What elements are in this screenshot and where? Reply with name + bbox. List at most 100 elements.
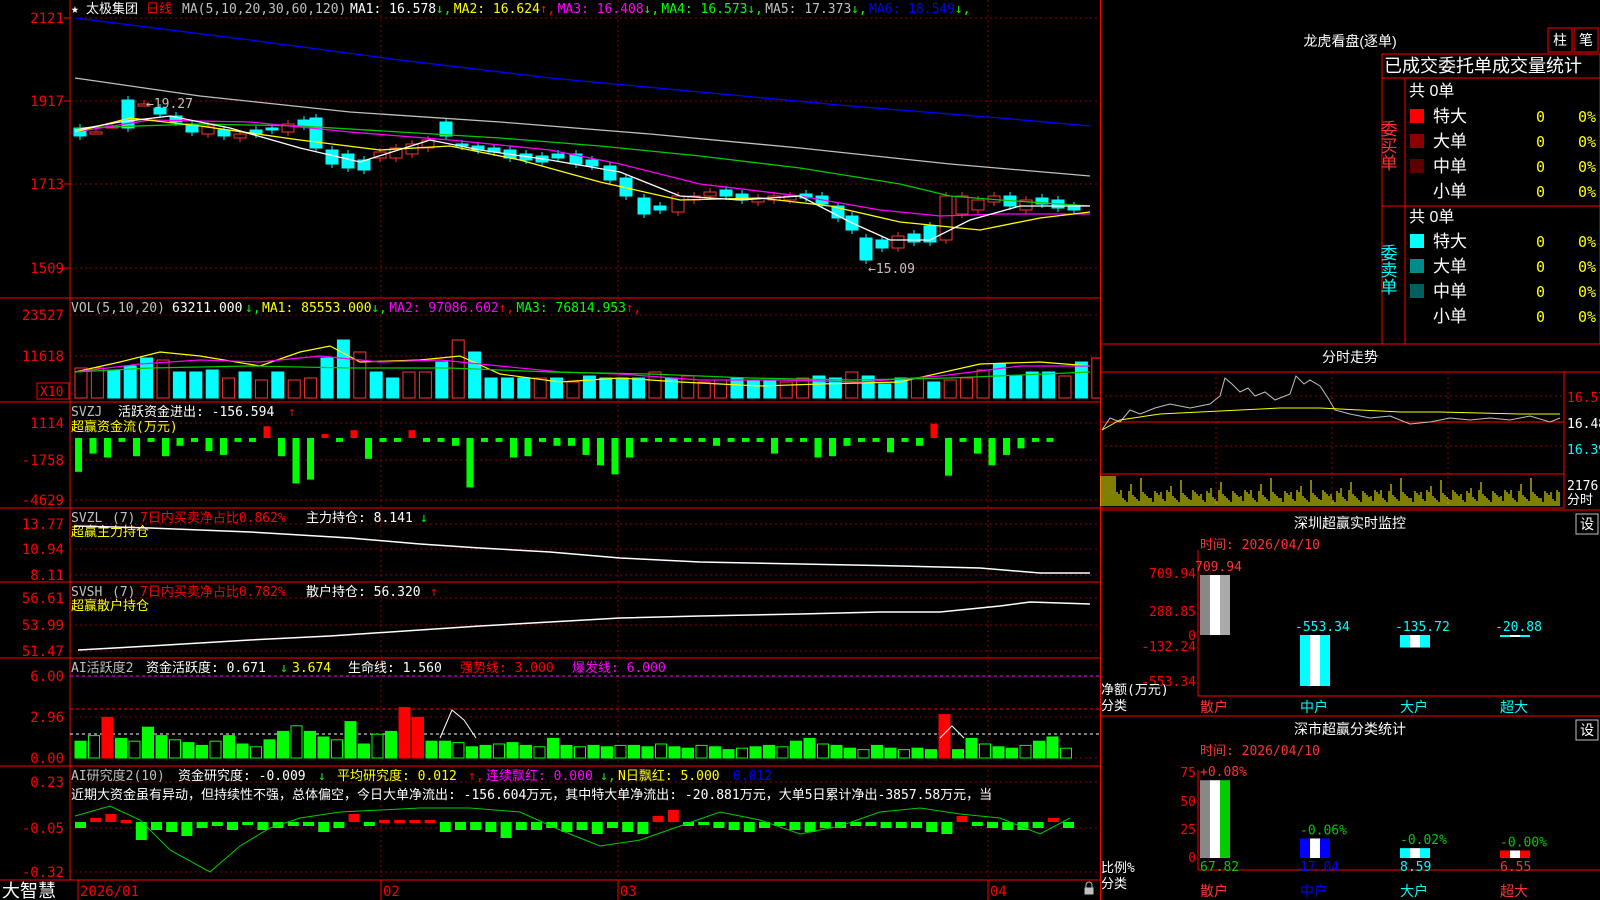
classify-value-label: 6.55 bbox=[1500, 860, 1531, 875]
svzj-bar bbox=[75, 438, 82, 472]
svzj-bar bbox=[916, 438, 923, 446]
stock-name[interactable]: 太极集团 bbox=[86, 1, 138, 17]
vol-unit: X10 bbox=[40, 385, 63, 400]
ai-active-bar bbox=[74, 740, 87, 759]
candle-body bbox=[891, 235, 905, 249]
ai-research-bar bbox=[941, 822, 953, 834]
ai-active-bar bbox=[196, 744, 208, 759]
classify-bars[interactable]: +0.08% 67.82 散户 -0.06% 17.04 中户 -0.02% 8.59 大户 -0… bbox=[1200, 765, 1547, 899]
classify-bar-shade bbox=[1510, 850, 1520, 858]
classify-bar-shade bbox=[1310, 838, 1320, 858]
volume-bar bbox=[960, 377, 974, 399]
ai-research-bar bbox=[242, 822, 254, 825]
svzj-bar bbox=[539, 438, 546, 442]
monitor-settings-button[interactable]: 设 bbox=[1575, 513, 1599, 535]
volume-bars[interactable] bbox=[74, 339, 1100, 399]
ai-active-bar bbox=[655, 743, 667, 759]
dragon-color-swatch bbox=[1410, 309, 1424, 323]
side-panels[interactable]: 龙虎看盘(逐单) 柱 笔 已成交委托单成交量统计 委买单 共 0单 特大 0 0% 大… bbox=[1100, 0, 1600, 900]
ai-research-bar bbox=[151, 822, 162, 830]
monitor-bars[interactable]: 709.94 散户 -553.34 中户 -135.72 大户 -20.88 超大 bbox=[1195, 560, 1542, 715]
ai-research-bar bbox=[804, 822, 816, 832]
main-chart-area[interactable]: ★ 太极集团 日线 MA(5,10,20,30,60,120) MA1: 16.… bbox=[0, 0, 1100, 900]
volume-bar bbox=[1009, 375, 1023, 399]
classify-bar-shade bbox=[1210, 780, 1220, 858]
ai-active-bar bbox=[371, 733, 384, 759]
dragon-row-count: 0 bbox=[1536, 233, 1545, 251]
svzj-bar bbox=[510, 438, 517, 458]
ai-research-bar bbox=[698, 822, 710, 825]
ai-active-bar bbox=[560, 744, 573, 759]
ai-active-bars[interactable] bbox=[74, 707, 1072, 759]
dragon-row-count: 0 bbox=[1536, 183, 1545, 201]
ai-research-bar bbox=[971, 822, 983, 826]
ai-active-bar bbox=[128, 740, 141, 759]
brand-label: 大智慧 bbox=[2, 881, 56, 900]
dragon-panel[interactable]: 龙虎看盘(逐单) 柱 笔 已成交委托单成交量统计 委买单 共 0单 特大 0 0% 大… bbox=[1303, 27, 1600, 345]
ai-active-bar bbox=[844, 747, 856, 759]
high-price-label: ←19.27 bbox=[146, 97, 193, 112]
svsh-panel[interactable]: SVSH (7) 7日内买卖净占比0.782% 散户持仓: 56.320 ↑ 超… bbox=[22, 584, 1091, 660]
svzj-bar bbox=[771, 438, 778, 454]
volume-bar bbox=[566, 381, 580, 399]
monitor-bar-shade bbox=[1420, 635, 1430, 648]
svzj-sub: 超赢资金流(万元) bbox=[71, 419, 178, 435]
period-label[interactable]: 日线 bbox=[146, 2, 172, 17]
low-price-label: ←15.09 bbox=[868, 262, 915, 277]
vol-ma-arrow: ↑, bbox=[498, 301, 514, 316]
ai-research-bar bbox=[90, 818, 102, 822]
volume-bar bbox=[697, 381, 711, 399]
side-panel[interactable]: 龙虎看盘(逐单) 柱 笔 已成交委托单成交量统计 委买单 共 0单 特大 0 0% 大… bbox=[1100, 0, 1600, 900]
dragon-row-name: 小单 bbox=[1433, 307, 1467, 326]
volume-bar bbox=[910, 377, 924, 399]
volume-bar bbox=[599, 377, 613, 399]
bar-mode-button[interactable]: 柱 bbox=[1547, 27, 1573, 53]
monitor-category: 超大 bbox=[1500, 699, 1528, 715]
ai-active-bar bbox=[155, 735, 168, 759]
price-ytick: 1917 bbox=[30, 94, 64, 110]
svzj-panel[interactable]: SVZJ 活跃资金进出: -156.594 ↑ 超赢资金流(万元) 1114 -… bbox=[22, 404, 1054, 509]
ai-active-bar bbox=[209, 740, 222, 759]
buy-label: 委买单 bbox=[1378, 120, 1398, 171]
volume-bar bbox=[205, 369, 219, 399]
ai-active-bar bbox=[101, 716, 114, 759]
dragon-row-pct: 0% bbox=[1578, 233, 1596, 251]
volume-bar bbox=[632, 377, 646, 399]
ma-label: MA6: 18.549 bbox=[869, 2, 955, 17]
intraday-panel[interactable]: 分时走势 16.57 16.48 16.39 2176 分时 bbox=[1100, 343, 1600, 509]
classify-bar-shade bbox=[1410, 848, 1420, 858]
ai-research-bar bbox=[439, 822, 451, 832]
classify-settings-button[interactable]: 设 bbox=[1575, 719, 1599, 741]
svzj-bar bbox=[466, 438, 474, 488]
tick-mode-button[interactable]: 笔 bbox=[1573, 27, 1599, 53]
svzl-panel[interactable]: SVZL (7) 7日内买卖净占比0.862% 主力持仓: 8.141 ↓ 超赢… bbox=[22, 510, 1090, 584]
svzj-bars[interactable] bbox=[75, 423, 1054, 488]
dragon-row-pct: 0% bbox=[1578, 108, 1596, 126]
ai-research-bar bbox=[1002, 822, 1014, 830]
classify-bar bbox=[1200, 780, 1210, 858]
ai-active-bar bbox=[304, 730, 316, 759]
x-date: 03 bbox=[620, 884, 637, 900]
candle-body bbox=[653, 205, 667, 211]
ai-research-panel[interactable]: AI研究度2(10) 资金研究度: -0.009 ↓ 平均研究度: 0.012 … bbox=[22, 768, 1074, 881]
monitor-value-label: -135.72 bbox=[1395, 620, 1450, 635]
monitor-panel[interactable]: 深圳超赢实时监控 设 时间: 2026/04/10 709.94 288.85 … bbox=[1100, 509, 1600, 715]
ai-active-bar bbox=[182, 742, 195, 759]
ai-research-bar bbox=[379, 820, 390, 823]
svsh-ytick: 53.99 bbox=[22, 618, 64, 634]
classify-panel[interactable]: 深市超赢分类统计 设 时间: 2026/04/10 75 50 25 0 比例%… bbox=[1100, 715, 1600, 899]
ai-research-bar bbox=[287, 822, 299, 826]
svzj-bar bbox=[974, 438, 981, 454]
ma-arrow: ↓, bbox=[955, 2, 971, 17]
price-panel[interactable]: ★ 太极集团 日线 MA(5,10,20,30,60,120) MA1: 16.… bbox=[30, 1, 1091, 277]
volume-panel[interactable]: VOL(5,10,20) 63211.000 ↓, MA1: 85553.000… bbox=[22, 301, 1100, 400]
svzj-bar bbox=[582, 438, 590, 455]
ai-active-panel[interactable]: AI活跃度2 资金活跃度: 0.671 ↓ 3.674 生命线: 1.560 强… bbox=[30, 660, 1100, 767]
vol-ma-arrow: ↓, bbox=[371, 301, 387, 316]
svsh-title: SVSH bbox=[71, 585, 102, 600]
kline-charts[interactable]: ★ 太极集团 日线 MA(5,10,20,30,60,120) MA1: 16.… bbox=[0, 0, 1100, 900]
ai-research-bar bbox=[470, 822, 482, 830]
ai-research-bar bbox=[120, 820, 132, 823]
intraday-volume-bars bbox=[1100, 476, 1560, 506]
svzj-bar bbox=[901, 438, 909, 442]
